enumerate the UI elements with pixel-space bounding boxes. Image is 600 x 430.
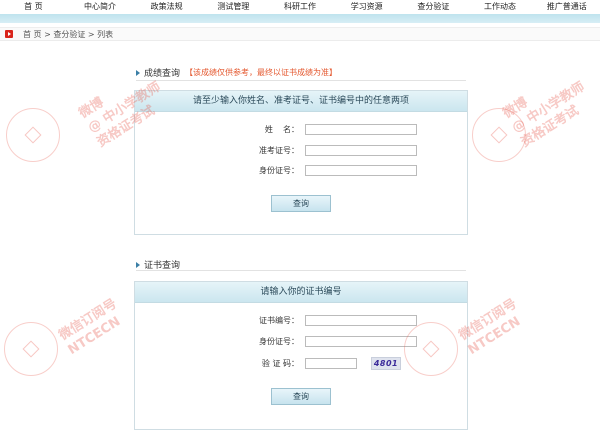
cert-query-panel-header: 请输入你的证书编号 (135, 282, 467, 303)
watermark-wechat: 微信订阅号 NTCECN (56, 296, 129, 359)
watermark-logo-icon (472, 108, 526, 162)
nav-center-intro[interactable]: 中心简介 (67, 0, 134, 14)
nav-mandarin[interactable]: 推广普通话 (533, 0, 600, 14)
score-query-title: 成绩查询 (144, 69, 181, 79)
score-query-heading: 成绩查询 【该成绩仅供参考，最终以证书成绩为准】 (136, 66, 337, 79)
cube-icon (24, 126, 42, 144)
exam-number-input[interactable] (305, 145, 417, 156)
nav-policies[interactable]: 政策法规 (133, 0, 200, 14)
cube-icon (490, 126, 508, 144)
exam-number-row: 准考证号： (229, 145, 417, 156)
nav-underline-band (0, 14, 600, 23)
captcha-image[interactable]: 4801 (371, 357, 401, 370)
watermark-logo-icon (6, 108, 60, 162)
watermark-text: NTCECN (465, 314, 524, 358)
watermark-text: NTCECN (65, 314, 124, 358)
breadcrumb-bar: 首 页 > 查分验证 > 列表 (0, 27, 600, 41)
name-label: 姓 名： (264, 125, 299, 134)
cert-id-number-input[interactable] (305, 336, 417, 347)
section-arrow-icon (136, 69, 140, 76)
watermark-text: 微信订阅号 (56, 296, 120, 344)
score-query-note: 【该成绩仅供参考，最终以证书成绩为准】 (185, 68, 338, 77)
captcha-input[interactable] (305, 358, 357, 369)
cert-number-label: 证书编号： (259, 316, 299, 325)
score-query-panel-header: 请至少输入你姓名、准考证号、证书编号中的任意两项 (135, 91, 467, 112)
cert-number-input[interactable] (305, 315, 417, 326)
breadcrumb: 首 页 > 查分验证 > 列表 (23, 29, 114, 39)
id-number-label: 身份证号： (259, 166, 299, 175)
cert-query-button[interactable]: 查询 (271, 388, 331, 405)
watermark-weibo: 微博 @ 中小学教师 资格证考试 (500, 64, 597, 151)
name-row: 姓 名： (229, 124, 417, 135)
nav-home[interactable]: 首 页 (0, 0, 67, 14)
watermark-text: @ 中小学教师 (509, 79, 588, 136)
score-query-button[interactable]: 查询 (271, 195, 331, 212)
nav-research[interactable]: 科研工作 (267, 0, 334, 14)
play-icon (5, 30, 13, 38)
id-number-input[interactable] (305, 165, 417, 176)
cert-query-panel: 请输入你的证书编号 证书编号： 身份证号： 验 证 码： 4801 查询 (134, 281, 468, 430)
watermark-text: 资格证考试 (518, 103, 582, 151)
captcha-row: 验 证 码： 4801 (229, 357, 401, 370)
cube-icon (22, 340, 40, 358)
section-arrow-icon (136, 261, 140, 268)
divider (136, 270, 466, 271)
watermark-text: 微博 (500, 95, 531, 122)
cert-number-row: 证书编号： (229, 315, 417, 326)
divider (136, 80, 466, 81)
score-query-panel: 请至少输入你姓名、准考证号、证书编号中的任意两项 姓 名： 准考证号： 身份证号… (134, 90, 468, 235)
captcha-label: 验 证 码： (261, 359, 299, 368)
name-input[interactable] (305, 124, 417, 135)
top-navigation: 首 页 中心简介 政策法规 测试管理 科研工作 学习资源 查分验证 工作动态 推… (0, 0, 600, 14)
watermark-logo-icon (4, 322, 58, 376)
cert-id-number-row: 身份证号： (229, 336, 417, 347)
nav-learning-resources[interactable]: 学习资源 (333, 0, 400, 14)
nav-test-management[interactable]: 测试管理 (200, 0, 267, 14)
nav-work-news[interactable]: 工作动态 (467, 0, 534, 14)
id-number-row: 身份证号： (229, 165, 417, 176)
exam-number-label: 准考证号： (259, 146, 299, 155)
cert-id-number-label: 身份证号： (259, 337, 299, 346)
nav-score-verification[interactable]: 查分验证 (400, 0, 467, 14)
